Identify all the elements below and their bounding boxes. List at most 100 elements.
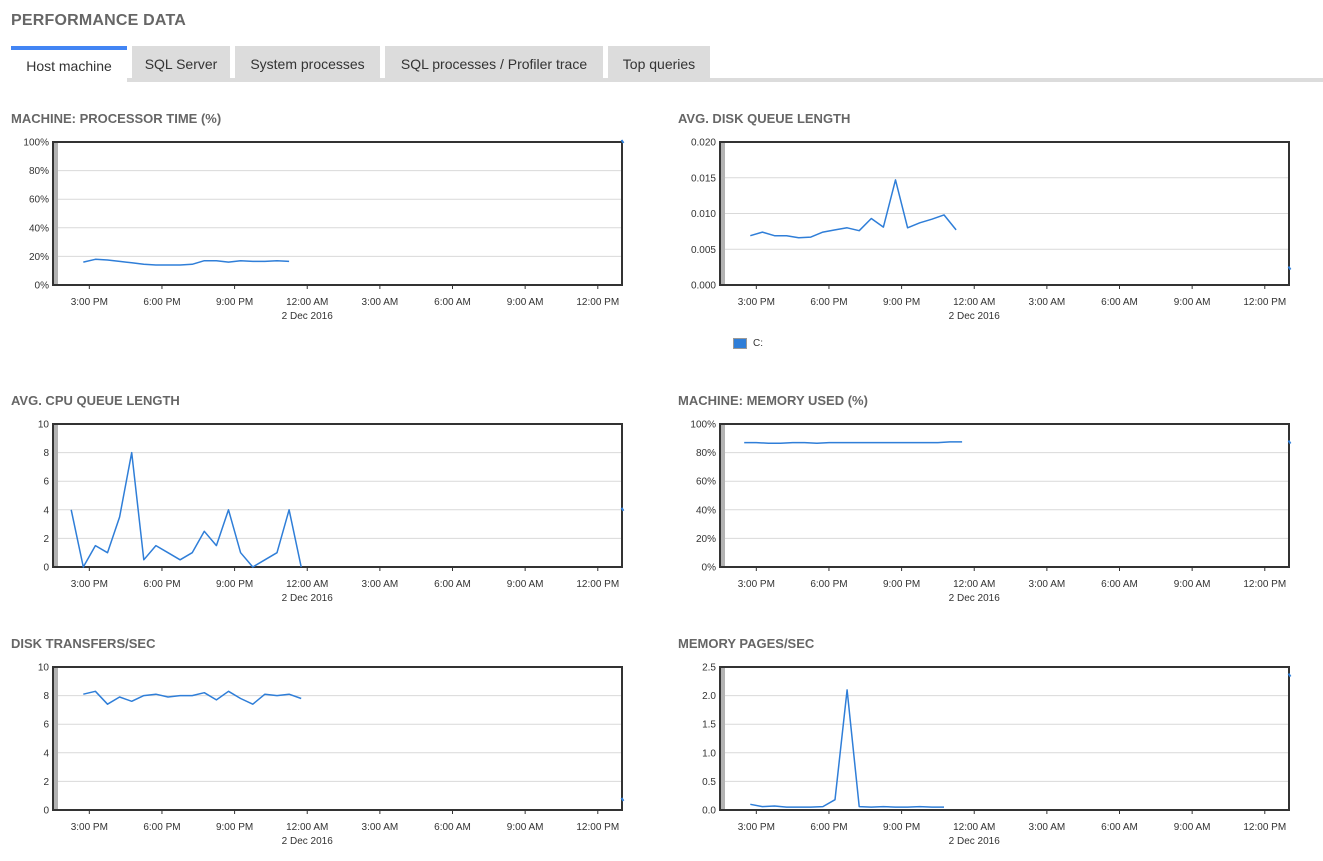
- chart-title-processor-time: MACHINE: PROCESSOR TIME (%): [11, 111, 222, 126]
- series-line[interactable]: [83, 258, 290, 266]
- y-tick-label: 0: [43, 806, 49, 817]
- x-tick-label: 9:00 AM: [1174, 579, 1211, 590]
- x-tick-label: 3:00 PM: [71, 297, 108, 308]
- tab-top-queries[interactable]: Top queries: [608, 46, 710, 80]
- y-tick-label: 40%: [696, 505, 716, 516]
- y-tick-label: 10: [38, 663, 50, 674]
- x-tick-label: 6:00 PM: [143, 297, 180, 308]
- y-tick-label: 60%: [696, 477, 716, 488]
- plot-frame: [719, 666, 1290, 811]
- x-tick-label: 3:00 AM: [362, 579, 399, 590]
- y-tick-label: 40%: [29, 223, 49, 234]
- y-tick-label: 0: [43, 563, 49, 574]
- x-date-label: 2 Dec 2016: [949, 836, 1001, 847]
- plot-frame: [52, 423, 623, 568]
- series-line[interactable]: [744, 441, 963, 445]
- chart-title-memory-used: MACHINE: MEMORY USED (%): [678, 393, 868, 408]
- series-line[interactable]: [750, 179, 957, 239]
- x-tick-label: 9:00 PM: [883, 822, 920, 833]
- disk-queue-chart: 0.000 0.005 0.010 0.015 0.020 3:00 PM 6:00 PM 9…: [691, 138, 1292, 322]
- x-tick-label: 12:00 AM: [953, 822, 995, 833]
- y-tick-label: 0.020: [691, 138, 716, 149]
- x-tick-label: 9:00 AM: [507, 579, 544, 590]
- x-tick-label: 12:00 PM: [576, 822, 619, 833]
- page-title: PERFORMANCE DATA: [11, 12, 187, 29]
- legend-label: C:: [753, 338, 763, 349]
- x-tick-label: 9:00 PM: [216, 579, 253, 590]
- x-tick-label: 12:00 PM: [1243, 579, 1286, 590]
- x-tick-label: 3:00 PM: [738, 297, 775, 308]
- x-tick-label: 12:00 PM: [576, 297, 619, 308]
- x-tick-label: 6:00 AM: [434, 579, 471, 590]
- chart-title-disk-queue: AVG. DISK QUEUE LENGTH: [678, 111, 851, 126]
- x-tick-label: 9:00 AM: [507, 297, 544, 308]
- x-tick-label: 3:00 AM: [1029, 297, 1066, 308]
- y-tick-label: 2.0: [702, 691, 716, 702]
- cpu-queue-chart: 0 2 4 6 8 10 3:00 PM 6:00 PM 9:00 PM 12:00 AM 2 De…: [38, 420, 625, 604]
- x-tick-label: 6:00 AM: [1101, 297, 1138, 308]
- y-tick-label: 4: [43, 748, 49, 759]
- processor-time-chart: 0% 20% 40% 60% 80% 100% 3:00 PM 6:00 PM 9:00 PM 1…: [23, 138, 625, 322]
- x-tick-label: 12:00 AM: [286, 579, 328, 590]
- x-tick-label: 9:00 AM: [1174, 297, 1211, 308]
- x-tick-label: 3:00 PM: [71, 822, 108, 833]
- x-tick-label: 9:00 PM: [216, 297, 253, 308]
- y-tick-label: 0.010: [691, 209, 716, 220]
- x-tick-label: 6:00 PM: [143, 822, 180, 833]
- x-date-label: 2 Dec 2016: [282, 311, 334, 322]
- y-tick-label: 10: [38, 420, 50, 431]
- x-tick-label: 12:00 AM: [286, 822, 328, 833]
- x-tick-label: 3:00 PM: [71, 579, 108, 590]
- tab-sql-processes-profiler[interactable]: SQL processes / Profiler trace: [385, 46, 603, 80]
- series-line[interactable]: [83, 690, 302, 705]
- y-tick-label: 80%: [696, 448, 716, 459]
- y-tick-label: 0%: [702, 563, 717, 574]
- y-tick-label: 0.005: [691, 245, 716, 256]
- x-tick-label: 9:00 PM: [883, 579, 920, 590]
- tab-system-processes[interactable]: System processes: [235, 46, 380, 80]
- plot-frame: [52, 666, 623, 811]
- y-tick-label: 80%: [29, 166, 49, 177]
- y-tick-label: 1.0: [702, 748, 716, 759]
- y-tick-label: 100%: [23, 138, 49, 149]
- chart-title-cpu-queue: AVG. CPU QUEUE LENGTH: [11, 393, 180, 408]
- x-date-label: 2 Dec 2016: [949, 311, 1001, 322]
- y-tick-label: 8: [43, 448, 49, 459]
- y-tick-label: 6: [43, 477, 49, 488]
- y-tick-label: 0.0: [702, 806, 716, 817]
- x-tick-label: 12:00 AM: [953, 579, 995, 590]
- x-tick-label: 12:00 PM: [1243, 822, 1286, 833]
- x-tick-label: 6:00 PM: [810, 822, 847, 833]
- y-tick-label: 2.5: [702, 663, 716, 674]
- y-tick-label: 8: [43, 691, 49, 702]
- disk-transfers-chart: 0 2 4 6 8 10 3:00 PM 6:00 PM 9:00 PM 12:00 AM 2 De…: [38, 663, 625, 847]
- memory-pages-chart: 0.0 0.5 1.0 1.5 2.0 2.5 3:00 PM 6:00 PM 9:00 PM 1…: [702, 663, 1292, 847]
- x-tick-label: 3:00 AM: [362, 297, 399, 308]
- tab-sql-server[interactable]: SQL Server: [132, 46, 230, 80]
- y-tick-label: 1.5: [702, 720, 716, 731]
- x-tick-label: 6:00 PM: [810, 579, 847, 590]
- y-tick-label: 6: [43, 720, 49, 731]
- x-date-label: 2 Dec 2016: [949, 593, 1001, 604]
- x-tick-label: 6:00 AM: [1101, 822, 1138, 833]
- x-tick-label: 12:00 PM: [576, 579, 619, 590]
- series-line[interactable]: [750, 689, 944, 808]
- x-tick-label: 9:00 AM: [507, 822, 544, 833]
- x-tick-label: 3:00 AM: [1029, 822, 1066, 833]
- y-tick-label: 100%: [690, 420, 716, 431]
- legend-swatch: [733, 338, 747, 349]
- y-tick-label: 60%: [29, 195, 49, 206]
- tab-host-machine[interactable]: Host machine: [11, 46, 127, 82]
- x-tick-label: 6:00 AM: [1101, 579, 1138, 590]
- tab-underline: [127, 78, 1323, 82]
- y-tick-label: 0%: [35, 281, 50, 292]
- x-tick-label: 9:00 AM: [1174, 822, 1211, 833]
- x-tick-label: 3:00 PM: [738, 579, 775, 590]
- x-tick-label: 3:00 AM: [362, 822, 399, 833]
- y-tick-label: 0.000: [691, 281, 716, 292]
- x-tick-label: 12:00 AM: [953, 297, 995, 308]
- y-tick-label: 20%: [29, 252, 49, 263]
- y-tick-label: 2: [43, 777, 49, 788]
- y-tick-label: 0.5: [702, 777, 716, 788]
- x-tick-label: 12:00 AM: [286, 297, 328, 308]
